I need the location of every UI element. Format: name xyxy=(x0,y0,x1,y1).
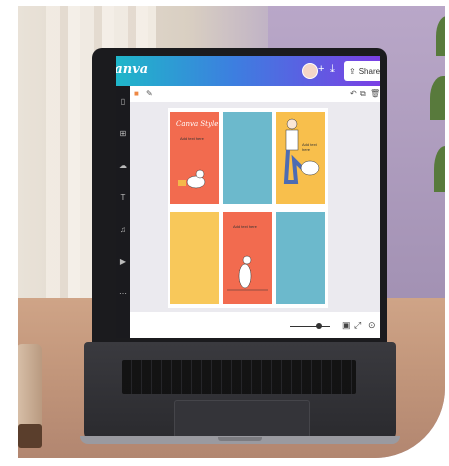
undo-icon[interactable]: ↶ xyxy=(350,89,357,98)
editor-bottom-bar: ▣ ⤢ ⊙ xyxy=(130,312,380,338)
audio-icon[interactable]: ♫ xyxy=(119,226,127,234)
cat-illustration xyxy=(227,255,268,291)
text-icon[interactable]: T xyxy=(119,194,127,202)
cat-illustration xyxy=(178,169,206,189)
plus-icon[interactable]: + xyxy=(318,63,324,75)
plant xyxy=(428,6,445,296)
panel-3[interactable]: Add text here xyxy=(276,112,325,204)
panel-2[interactable] xyxy=(223,112,272,204)
more-icon[interactable]: ⋯ xyxy=(119,290,127,298)
videos-icon[interactable]: ▶ xyxy=(119,258,127,266)
elements-icon[interactable]: ⊞ xyxy=(119,130,127,138)
left-sidebar: ▯ ⊞ ☁ T ♫ ▶ ⋯ xyxy=(116,86,130,338)
lamp-base xyxy=(18,424,42,448)
canva-logo: Canva xyxy=(116,62,149,77)
color-picker-icon[interactable]: ■ xyxy=(134,89,139,98)
upload-icon: ⇪ xyxy=(349,66,356,76)
zoom-slider-knob[interactable] xyxy=(316,323,322,329)
canva-top-bar: Canva + ⤓ ⇪ Share xyxy=(116,56,380,86)
keyboard xyxy=(122,360,356,394)
panel-6[interactable] xyxy=(276,212,325,304)
lamp xyxy=(18,344,42,434)
avatar[interactable] xyxy=(302,63,318,79)
fullscreen-icon[interactable]: ⤢ xyxy=(354,320,361,331)
brush-icon[interactable]: ✎ xyxy=(146,89,153,98)
download-icon[interactable]: ⤓ xyxy=(330,63,335,76)
laptop-notch xyxy=(218,437,262,441)
panel-5[interactable]: Add text here xyxy=(223,212,272,304)
trackpad xyxy=(174,400,310,438)
copy-icon[interactable]: ⧉ xyxy=(360,89,366,99)
panel-1[interactable]: Canva Style Add text here xyxy=(170,112,219,204)
design-page[interactable]: Canva Style Add text here Add text here … xyxy=(168,108,328,308)
laptop-screen: Canva + ⤓ ⇪ Share ▯ ⊞ ☁ T ♫ ▶ ⋯ ■ ✎ ↶ ⧉ … xyxy=(116,56,380,338)
editor-toolbar: ■ ✎ ↶ ⧉ 🗑 xyxy=(130,86,380,103)
panel-4[interactable] xyxy=(170,212,219,304)
pages-icon[interactable]: ▣ xyxy=(342,320,351,331)
zoom-slider-track[interactable] xyxy=(290,326,330,327)
share-label: Share xyxy=(358,66,380,76)
share-button[interactable]: ⇪ Share xyxy=(344,61,380,81)
trash-icon[interactable]: 🗑 xyxy=(370,89,380,98)
help-icon[interactable]: ⊙ xyxy=(368,320,376,331)
templates-icon[interactable]: ▯ xyxy=(119,98,127,106)
person-illustration xyxy=(283,118,320,184)
uploads-icon[interactable]: ☁ xyxy=(119,162,127,170)
